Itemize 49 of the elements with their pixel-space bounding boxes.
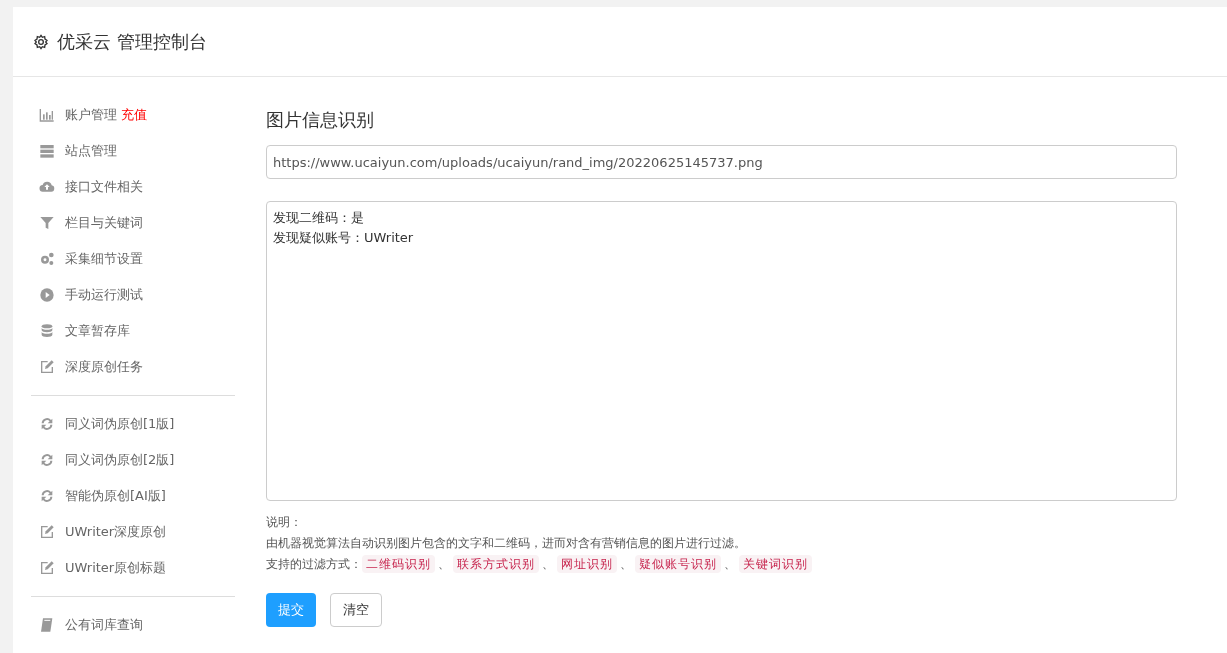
sidebar-item[interactable]: 账户管理 [65, 105, 117, 125]
separator: 、 [723, 556, 737, 573]
filter-icon [39, 215, 55, 231]
sidebar-item[interactable]: 同义词伪原创[1版] [65, 414, 175, 434]
edit-icon [39, 524, 55, 540]
result-line: 发现二维码：是 [273, 209, 364, 227]
gears-icon [39, 251, 55, 267]
recharge-link[interactable]: 充值 [121, 105, 147, 125]
cloud-upload-icon [39, 179, 55, 195]
refresh-icon [39, 416, 55, 432]
refresh-icon [39, 488, 55, 504]
url-field[interactable]: https://www.ucaiyun.com/uploads/ucaiyun/rand_img/20220625145737.png [266, 145, 1177, 179]
result-area[interactable]: 发现二维码：是 发现疑似账号：UWriter [266, 201, 1177, 501]
sidebar-item[interactable]: 站点管理 [65, 141, 117, 161]
sidebar-item[interactable]: 深度原创任务 [65, 357, 143, 377]
notes-heading: 说明： [266, 514, 303, 531]
section-title: 图片信息识别 [266, 108, 375, 132]
refresh-icon [39, 452, 55, 468]
clear-button[interactable]: 清空 [330, 593, 382, 627]
result-line: 发现疑似账号：UWriter [273, 229, 414, 247]
sidebar-item[interactable]: 采集细节设置 [65, 249, 143, 269]
sidebar-item[interactable]: UWriter原创标题 [65, 558, 167, 578]
sidebar-item[interactable]: 接口文件相关 [65, 177, 143, 197]
bar-chart-icon [39, 107, 55, 123]
separator: 、 [541, 556, 555, 573]
play-icon [39, 287, 55, 303]
server-icon [39, 143, 55, 159]
sidebar-item[interactable]: 文章暂存库 [65, 321, 130, 341]
filter-tag: 疑似账号识别 [635, 555, 721, 573]
filter-tag: 关键词识别 [739, 555, 812, 573]
sidebar-item[interactable]: UWriter深度原创 [65, 522, 167, 542]
notes-description: 由机器视觉算法自动识别图片包含的文字和二维码，进而对含有营销信息的图片进行过滤。 [266, 535, 747, 552]
sidebar-item[interactable]: 智能伪原创[AI版] [65, 486, 166, 506]
filters-label: 支持的过滤方式： [266, 556, 362, 573]
sidebar-item[interactable]: 公有词库查询 [65, 615, 143, 635]
sidebar-item[interactable]: 手动运行测试 [65, 285, 143, 305]
sidebar-item[interactable]: 同义词伪原创[2版] [65, 450, 175, 470]
filter-tag: 二维码识别 [362, 555, 435, 573]
filter-tag: 联系方式识别 [453, 555, 539, 573]
database-icon [39, 323, 55, 339]
separator: 、 [437, 556, 451, 573]
console-title: 优采云 管理控制台 [57, 30, 207, 54]
edit-icon [39, 560, 55, 576]
sidebar-item[interactable]: 栏目与关键词 [65, 213, 143, 233]
filter-tag: 网址识别 [557, 555, 617, 573]
book-icon [39, 617, 55, 633]
separator: 、 [619, 556, 633, 573]
edit-icon [39, 359, 55, 375]
settings-icon [33, 33, 49, 50]
